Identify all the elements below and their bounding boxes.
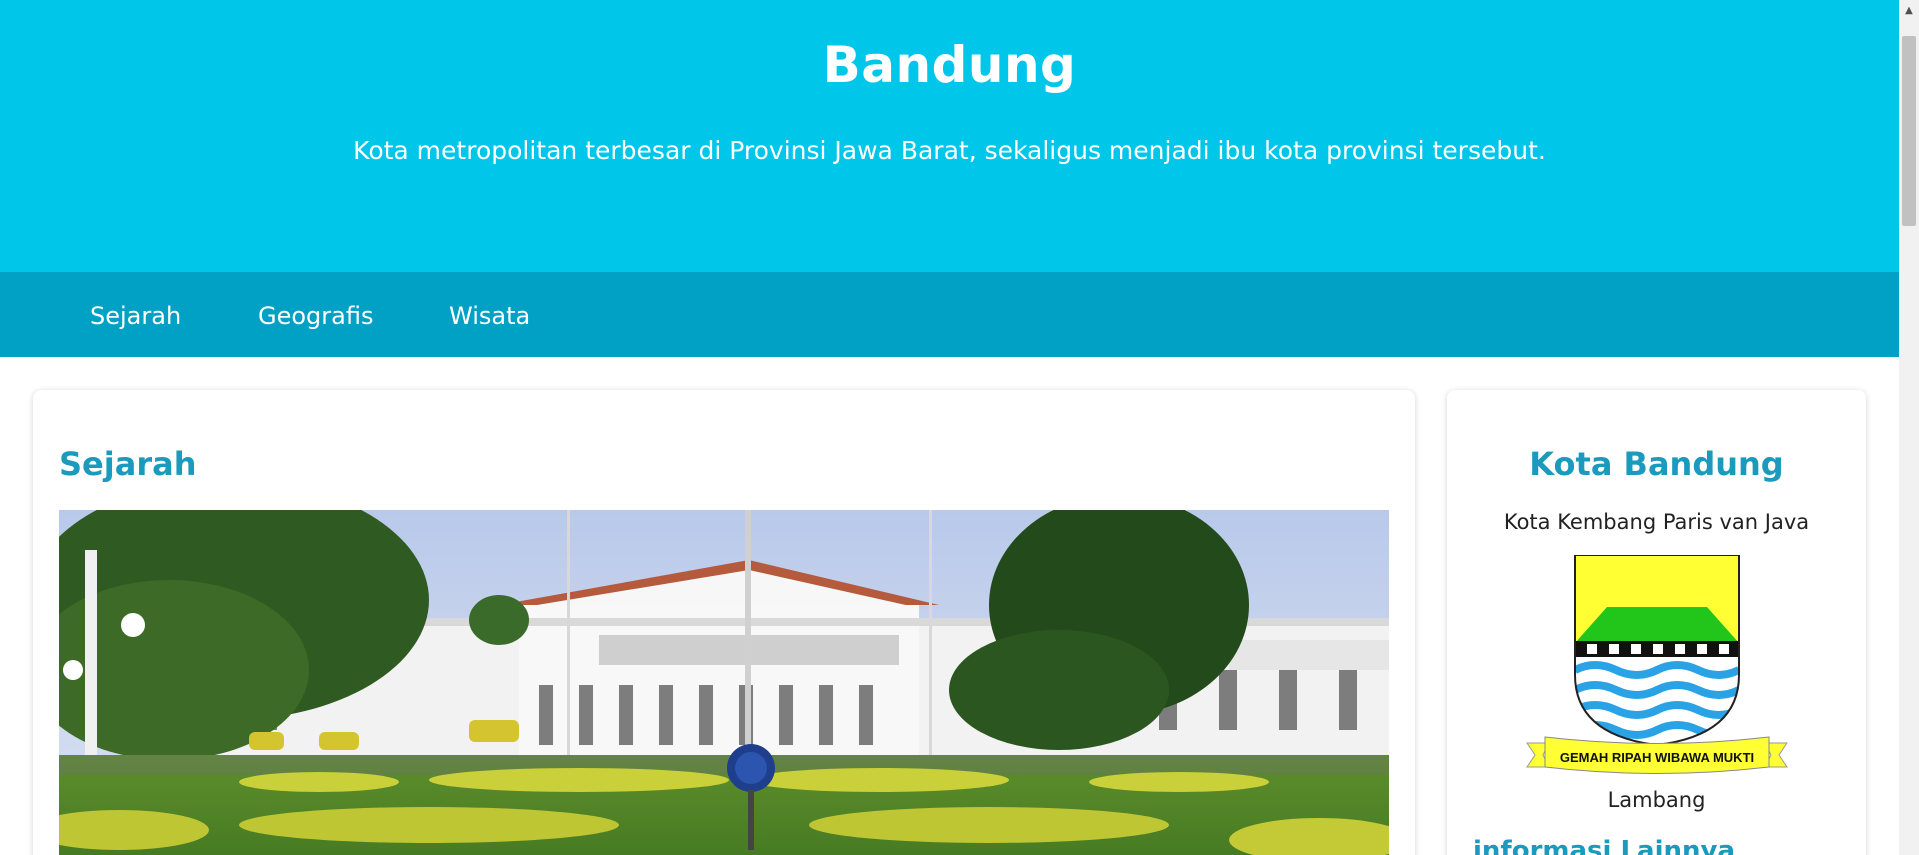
emblem-motto: GEMAH RIPAH WIBAWA MUKTI: [1560, 750, 1754, 765]
nav-item-wisata[interactable]: Wisata: [449, 302, 530, 330]
nav-item-sejarah[interactable]: Sejarah: [90, 302, 181, 330]
building-photo: [59, 510, 1389, 855]
nav-item-geografis[interactable]: Geografis: [258, 302, 373, 330]
section-title: Sejarah: [59, 445, 197, 483]
main-article-card: Sejarah: [33, 390, 1415, 855]
main-nav: Sejarah Geografis Wisata: [0, 272, 1899, 357]
vertical-scrollbar[interactable]: ▲: [1899, 0, 1919, 855]
site-tagline: Kota metropolitan terbesar di Provinsi J…: [353, 136, 1546, 165]
sidebar-card: Kota Bandung Kota Kembang Paris van Java: [1447, 390, 1866, 855]
more-info-link[interactable]: informasi Lainnya: [1473, 836, 1735, 855]
page: Bandung Kota metropolitan terbesar di Pr…: [0, 0, 1899, 855]
sidebar-title: Kota Bandung: [1529, 445, 1784, 483]
sidebar-subtitle: Kota Kembang Paris van Java: [1503, 510, 1810, 534]
site-title: Bandung: [822, 36, 1077, 94]
city-emblem-logo: GEMAH RIPAH WIBAWA MUKTI: [1525, 554, 1789, 780]
scrollbar-thumb[interactable]: [1902, 36, 1916, 226]
scroll-up-arrow-icon[interactable]: ▲: [1899, 0, 1919, 20]
site-header: Bandung Kota metropolitan terbesar di Pr…: [0, 0, 1899, 272]
emblem-caption: Lambang: [1607, 788, 1706, 812]
